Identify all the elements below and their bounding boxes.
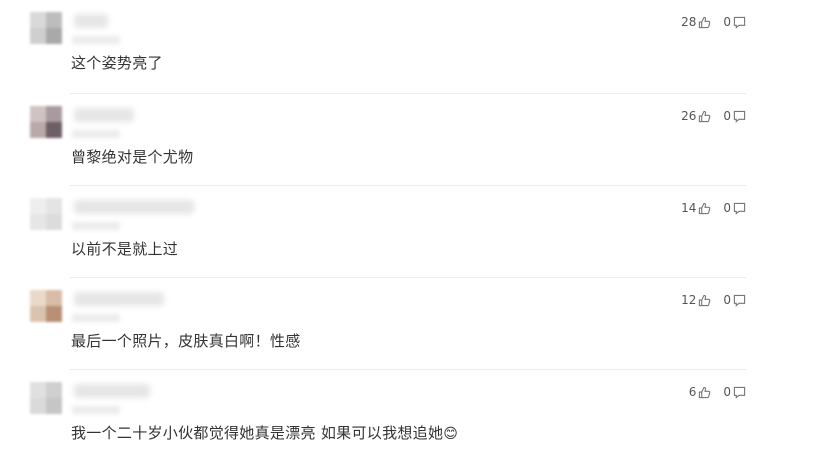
reply-button[interactable]: 0: [723, 15, 746, 29]
avatar[interactable]: [30, 106, 62, 138]
comment-text: 这个姿势亮了: [71, 54, 163, 72]
like-button[interactable]: 14: [681, 201, 711, 215]
comment-meta-blurred: [70, 382, 200, 420]
comment-text-body: 我一个二十岁小伙都觉得她真是漂亮 如果可以我想追她: [71, 424, 444, 442]
reply-button[interactable]: 0: [723, 385, 746, 399]
comment-bubble-icon: [733, 294, 746, 307]
avatar-cell: [30, 198, 46, 214]
avatar-cell: [46, 122, 62, 138]
comment-item: 14 0 以前不是就上过: [0, 186, 824, 278]
reply-count: 0: [723, 385, 731, 399]
avatar[interactable]: [30, 12, 62, 44]
thumbs-up-icon: [699, 16, 711, 28]
like-button[interactable]: 28: [681, 15, 711, 29]
like-button[interactable]: 6: [689, 385, 712, 399]
comment-bubble-icon: [733, 110, 746, 123]
comment-bubble-icon: [733, 202, 746, 215]
comment-meta-blurred: [70, 12, 200, 50]
comment-actions: 14 0: [681, 199, 746, 217]
avatar-cell: [30, 290, 46, 306]
comment-actions: 28 0: [681, 13, 746, 31]
reply-button[interactable]: 0: [723, 201, 746, 215]
avatar[interactable]: [30, 290, 62, 322]
like-count: 6: [688, 385, 697, 399]
avatar[interactable]: [30, 198, 62, 230]
comment-meta-blurred: [70, 198, 200, 236]
thumbs-up-icon: [699, 386, 711, 398]
comment-text: 最后一个照片，皮肤真白啊！性感: [71, 332, 301, 350]
timestamp-blurred: [72, 130, 120, 138]
comment-list: 28 0 这个姿势亮了 26 0 曾黎绝对是个尤物 14 0 以前不是就上过 1…: [0, 0, 824, 462]
username-blurred[interactable]: [74, 292, 164, 306]
timestamp-blurred: [72, 406, 120, 414]
like-count: 12: [681, 293, 697, 307]
comment-meta-blurred: [70, 106, 200, 144]
comment-text: 以前不是就上过: [71, 240, 179, 258]
comment-item: 28 0 这个姿势亮了: [0, 0, 824, 94]
reply-count: 0: [723, 201, 731, 215]
thumbs-up-icon: [699, 110, 711, 122]
username-blurred[interactable]: [74, 14, 108, 28]
comment-text: 曾黎绝对是个尤物: [71, 148, 194, 166]
comment-text: 我一个二十岁小伙都觉得她真是漂亮 如果可以我想追她😊: [71, 422, 458, 443]
comment-item: 12 0 最后一个照片，皮肤真白啊！性感: [0, 278, 824, 370]
avatar-cell: [46, 198, 62, 214]
comment-bubble-icon: [733, 16, 746, 29]
username-blurred[interactable]: [74, 384, 150, 398]
thumbs-up-icon: [699, 202, 711, 214]
avatar-cell: [46, 290, 62, 306]
reply-button[interactable]: 0: [723, 293, 746, 307]
avatar-cell: [46, 398, 62, 414]
like-count: 14: [681, 201, 697, 215]
like-count: 26: [681, 109, 697, 123]
username-blurred[interactable]: [74, 200, 194, 214]
avatar-cell: [30, 106, 46, 122]
avatar-cell: [30, 214, 46, 230]
comment-actions: 26 0: [681, 107, 746, 125]
avatar-cell: [46, 106, 62, 122]
timestamp-blurred: [72, 36, 120, 44]
avatar-cell: [46, 382, 62, 398]
comment-actions: 12 0: [681, 291, 746, 309]
avatar[interactable]: [30, 382, 62, 414]
username-blurred[interactable]: [74, 108, 134, 122]
timestamp-blurred: [72, 314, 120, 322]
comment-meta-blurred: [70, 290, 200, 328]
avatar-cell: [30, 12, 46, 28]
avatar-cell: [30, 382, 46, 398]
smile-emoji-icon: 😊: [443, 426, 459, 442]
reply-count: 0: [723, 15, 731, 29]
comment-item: 6 0 我一个二十岁小伙都觉得她真是漂亮 如果可以我想追她😊: [0, 370, 824, 462]
avatar-cell: [30, 398, 46, 414]
comment-actions: 6 0: [689, 383, 746, 401]
avatar-cell: [30, 28, 46, 44]
reply-count: 0: [723, 109, 731, 123]
avatar-cell: [46, 214, 62, 230]
avatar-cell: [46, 28, 62, 44]
comment-bubble-icon: [733, 386, 746, 399]
reply-count: 0: [723, 293, 731, 307]
like-button[interactable]: 26: [681, 109, 711, 123]
reply-button[interactable]: 0: [723, 109, 746, 123]
like-count: 28: [681, 15, 697, 29]
timestamp-blurred: [72, 222, 120, 230]
thumbs-up-icon: [699, 294, 711, 306]
avatar-cell: [30, 306, 46, 322]
comment-item: 26 0 曾黎绝对是个尤物: [0, 94, 824, 186]
avatar-cell: [46, 12, 62, 28]
avatar-cell: [30, 122, 46, 138]
like-button[interactable]: 12: [681, 293, 711, 307]
avatar-cell: [46, 306, 62, 322]
